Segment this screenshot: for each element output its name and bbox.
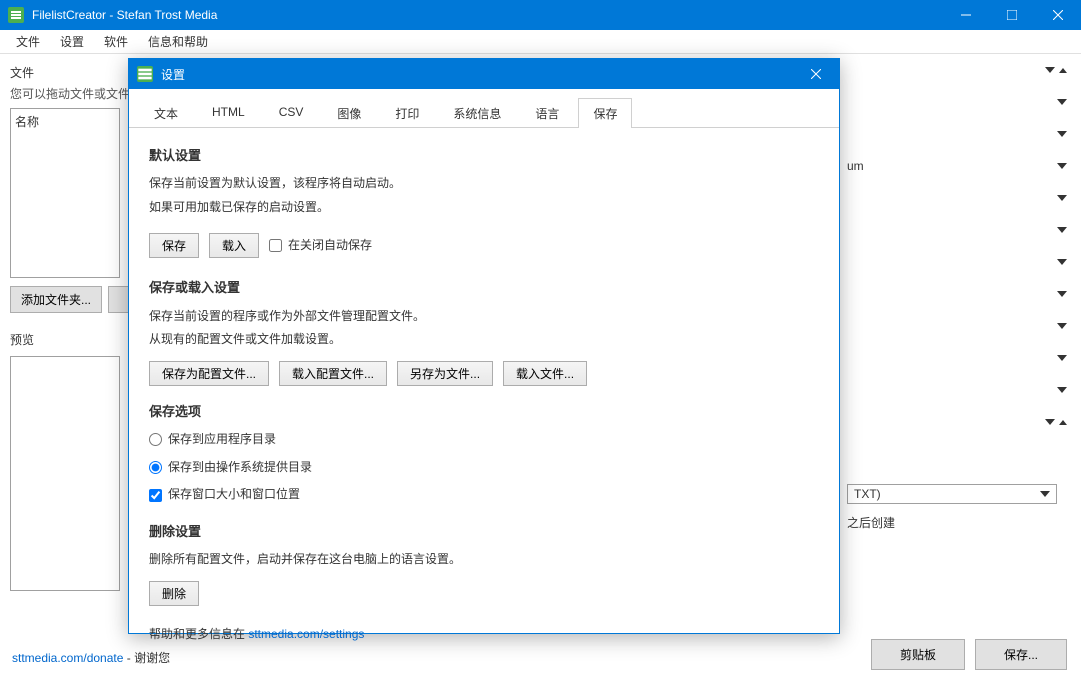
preview-box [10, 356, 120, 591]
tab-print[interactable]: 打印 [380, 98, 434, 128]
sec-options-title: 保存选项 [149, 400, 819, 423]
sec-default-line1: 保存当前设置为默认设置，该程序将自动启动。 [149, 173, 819, 195]
close-button[interactable] [1035, 0, 1081, 30]
menu-file[interactable]: 文件 [6, 30, 50, 53]
dialog-app-icon [137, 66, 153, 82]
save-window-label: 保存窗口大小和窗口位置 [168, 484, 300, 506]
tab-image[interactable]: 图像 [322, 98, 376, 128]
minimize-button[interactable] [943, 0, 989, 30]
dropdown-caret-icon[interactable] [1057, 131, 1067, 137]
file-list[interactable]: 名称 [10, 108, 120, 278]
dropdown-caret-icon[interactable] [1057, 195, 1067, 201]
dropdown-up-icon[interactable] [1059, 68, 1067, 73]
um-text: um [847, 159, 864, 173]
dropdown-caret-icon[interactable] [1057, 99, 1067, 105]
help-text: 帮助和更多信息在 sttmedia.com/settings [149, 624, 819, 646]
chevron-down-icon [1040, 491, 1050, 497]
menu-software[interactable]: 软件 [94, 30, 138, 53]
dropdown-caret-icon[interactable] [1057, 259, 1067, 265]
sec-saveload-line2: 从现有的配置文件或文件加载设置。 [149, 329, 819, 351]
dropdown-up-icon[interactable] [1059, 420, 1067, 425]
dropdown-caret-icon[interactable] [1045, 419, 1055, 425]
right-panel: um TXT) 之后创建 [847, 60, 1067, 531]
clipboard-button[interactable]: 剪贴板 [871, 639, 965, 670]
dialog-title: 设置 [161, 66, 793, 83]
save-as-profile-button[interactable]: 保存为配置文件... [149, 361, 269, 386]
dropdown-caret-icon[interactable] [1057, 163, 1067, 169]
save-appdir-radio[interactable] [149, 433, 162, 446]
sec-delete-line1: 删除所有配置文件，启动并保存在这台电脑上的语言设置。 [149, 549, 819, 571]
main-title: FilelistCreator - Stefan Trost Media [32, 8, 943, 22]
menubar: 文件 设置 软件 信息和帮助 [0, 30, 1081, 54]
dropdown-caret-icon[interactable] [1057, 323, 1067, 329]
sec-delete-title: 删除设置 [149, 520, 819, 543]
app-icon [8, 7, 24, 23]
name-column-header: 名称 [15, 113, 115, 130]
save-osdir-label: 保存到由操作系统提供目录 [168, 457, 312, 479]
format-option: TXT) [854, 487, 881, 501]
maximize-button[interactable] [989, 0, 1035, 30]
help-link[interactable]: sttmedia.com/settings [248, 627, 364, 641]
delete-button[interactable]: 删除 [149, 581, 199, 606]
menu-settings[interactable]: 设置 [50, 30, 94, 53]
autosave-label: 在关闭自动保存 [288, 235, 372, 257]
tab-csv[interactable]: CSV [264, 98, 319, 128]
dropdown-caret-icon[interactable] [1057, 291, 1067, 297]
save-as-file-button[interactable]: 另存为文件... [397, 361, 493, 386]
dropdown-caret-icon[interactable] [1045, 67, 1055, 73]
add-more-button[interactable] [108, 286, 130, 313]
default-load-button[interactable]: 载入 [209, 233, 259, 258]
after-create-text: 之后创建 [847, 514, 1067, 531]
donate-link[interactable]: sttmedia.com/donate [12, 651, 123, 665]
dialog-close-button[interactable] [793, 59, 839, 89]
sec-saveload-line1: 保存当前设置的程序或作为外部文件管理配置文件。 [149, 306, 819, 328]
dialog-titlebar: 设置 [129, 59, 839, 89]
sec-default-title: 默认设置 [149, 144, 819, 167]
default-save-button[interactable]: 保存 [149, 233, 199, 258]
tab-html[interactable]: HTML [197, 98, 260, 128]
add-folder-button[interactable]: 添加文件夹... [10, 286, 102, 313]
sec-default-line2: 如果可用加载已保存的启动设置。 [149, 197, 819, 219]
dropdown-caret-icon[interactable] [1057, 355, 1067, 361]
settings-dialog: 设置 文本 HTML CSV 图像 打印 系统信息 语言 保存 默认设置 保存当… [128, 58, 840, 634]
tab-sysinfo[interactable]: 系统信息 [438, 98, 516, 128]
sec-saveload-title: 保存或载入设置 [149, 276, 819, 299]
dropdown-caret-icon[interactable] [1057, 227, 1067, 233]
tab-save[interactable]: 保存 [578, 98, 632, 128]
load-profile-button[interactable]: 载入配置文件... [279, 361, 387, 386]
save-window-checkbox[interactable] [149, 489, 162, 502]
save-osdir-radio[interactable] [149, 461, 162, 474]
menu-help[interactable]: 信息和帮助 [138, 30, 218, 53]
dropdown-caret-icon[interactable] [1057, 387, 1067, 393]
tab-language[interactable]: 语言 [520, 98, 574, 128]
help-prefix: 帮助和更多信息在 [149, 627, 248, 641]
dialog-tabs: 文本 HTML CSV 图像 打印 系统信息 语言 保存 [129, 89, 839, 128]
autosave-checkbox[interactable] [269, 239, 282, 252]
save-button[interactable]: 保存... [975, 639, 1067, 670]
load-file-button[interactable]: 载入文件... [503, 361, 587, 386]
save-appdir-label: 保存到应用程序目录 [168, 429, 276, 451]
format-select[interactable]: TXT) [847, 484, 1057, 504]
tab-text[interactable]: 文本 [139, 98, 193, 128]
main-titlebar: FilelistCreator - Stefan Trost Media [0, 0, 1081, 30]
